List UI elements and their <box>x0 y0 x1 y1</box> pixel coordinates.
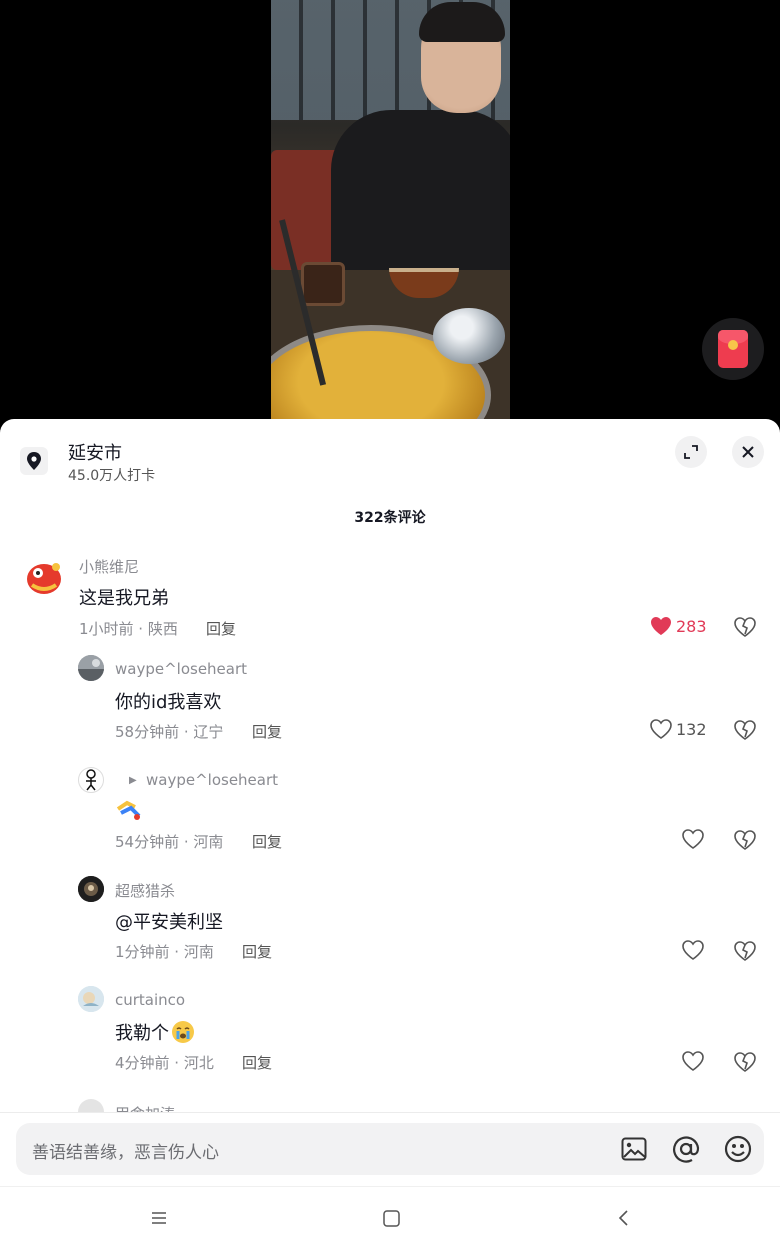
location-checkins: 45.0万人打卡 <box>68 468 156 484</box>
mention-button[interactable] <box>672 1135 700 1163</box>
avatar[interactable] <box>78 655 104 681</box>
like-button[interactable] <box>682 829 704 849</box>
comment-input-area: 善语结善缘，恶言伤人心 <box>0 1112 780 1186</box>
comment-meta: 1分钟前 · 河南 <box>115 943 214 961</box>
crying-emoji-icon <box>172 1021 194 1043</box>
red-packet-button[interactable] <box>702 318 764 380</box>
like-button[interactable] <box>682 940 704 960</box>
heart-outline-icon <box>682 940 704 960</box>
comment-text: @平安美利坚 <box>115 912 223 933</box>
sticker-icon <box>116 800 141 820</box>
comment-meta: 1小时前 · 陕西 <box>79 620 178 638</box>
reply-button[interactable]: 回复 <box>252 831 282 852</box>
like-count: 132 <box>676 719 707 739</box>
location-header[interactable]: 延安市 45.0万人打卡 <box>0 419 780 499</box>
comment-author[interactable]: 超感猎杀 <box>115 880 175 901</box>
close-button[interactable] <box>732 436 764 468</box>
comment-input[interactable]: 善语结善缘，恶言伤人心 <box>16 1123 764 1175</box>
avatar[interactable] <box>78 767 104 793</box>
emoji-button[interactable] <box>724 1135 752 1163</box>
expand-icon <box>684 445 698 459</box>
comment-meta: 54分钟前 · 河南 <box>115 833 224 851</box>
comment-author[interactable]: curtainco <box>115 991 185 1009</box>
comment-sheet: 延安市 45.0万人打卡 322条评论 小熊维尼 这是我兄弟 1小时前 · 陕西… <box>0 419 780 1248</box>
expand-button[interactable] <box>675 436 707 468</box>
comment-text-wrap: 我勒个 <box>115 1019 195 1045</box>
like-button[interactable]: 283 <box>650 616 707 636</box>
image-icon <box>621 1137 647 1161</box>
like-count: 283 <box>676 616 707 636</box>
reply-arrow-icon: ▶ <box>129 775 137 786</box>
broken-heart-icon <box>734 1052 756 1072</box>
back-nav-button[interactable] <box>613 1207 635 1229</box>
broken-heart-icon <box>734 941 756 961</box>
video-player[interactable] <box>0 0 780 430</box>
input-placeholder: 善语结善缘，恶言伤人心 <box>32 1143 219 1163</box>
emoji-icon <box>724 1135 752 1163</box>
comment-sticker <box>115 799 143 823</box>
avatar[interactable] <box>78 986 104 1012</box>
comment-author[interactable]: 小熊维尼 <box>79 556 139 577</box>
comment-text: 你的id我喜欢 <box>115 692 222 713</box>
back-chevron-icon <box>618 1210 628 1226</box>
reply-button[interactable]: 回复 <box>242 941 272 962</box>
location-title: 延安市 <box>68 443 122 464</box>
like-button[interactable] <box>682 1051 704 1071</box>
heart-outline-icon <box>682 1051 704 1071</box>
like-button[interactable]: 132 <box>650 719 707 739</box>
heart-outline-icon <box>650 719 672 739</box>
system-nav-bar <box>0 1186 780 1248</box>
comment-meta: 58分钟前 · 辽宁 <box>115 723 224 741</box>
broken-heart-icon <box>734 617 756 637</box>
broken-heart-icon <box>734 830 756 850</box>
comment-text: 我勒个 <box>115 1023 169 1044</box>
comment-count: 322条评论 <box>354 510 426 526</box>
home-square-icon <box>382 1209 400 1227</box>
red-packet-icon <box>718 330 748 368</box>
broken-heart-icon <box>734 720 756 740</box>
comment-author[interactable]: waype^loseheart <box>115 660 247 678</box>
dislike-button[interactable] <box>734 617 756 641</box>
reply-button[interactable]: 回复 <box>252 721 282 742</box>
menu-icon <box>152 1212 166 1224</box>
location-pin-icon <box>20 447 48 475</box>
home-nav-button[interactable] <box>380 1207 402 1229</box>
dislike-button[interactable] <box>734 941 756 965</box>
avatar[interactable] <box>78 876 104 902</box>
dislike-button[interactable] <box>734 720 756 744</box>
reply-button[interactable]: 回复 <box>242 1052 272 1073</box>
heart-filled-icon <box>651 617 671 635</box>
comment-author[interactable]: waype^loseheart <box>146 771 278 789</box>
dislike-button[interactable] <box>734 830 756 854</box>
at-icon <box>673 1136 700 1163</box>
comment-meta: 4分钟前 · 河北 <box>115 1054 214 1072</box>
reply-button[interactable]: 回复 <box>206 618 236 639</box>
video-frame <box>271 0 510 420</box>
image-button[interactable] <box>620 1135 648 1163</box>
avatar[interactable] <box>22 555 68 601</box>
heart-outline-icon <box>682 829 704 849</box>
dislike-button[interactable] <box>734 1052 756 1076</box>
menu-nav-button[interactable] <box>148 1207 170 1229</box>
close-icon <box>742 446 754 458</box>
comment-text: 这是我兄弟 <box>79 588 169 609</box>
